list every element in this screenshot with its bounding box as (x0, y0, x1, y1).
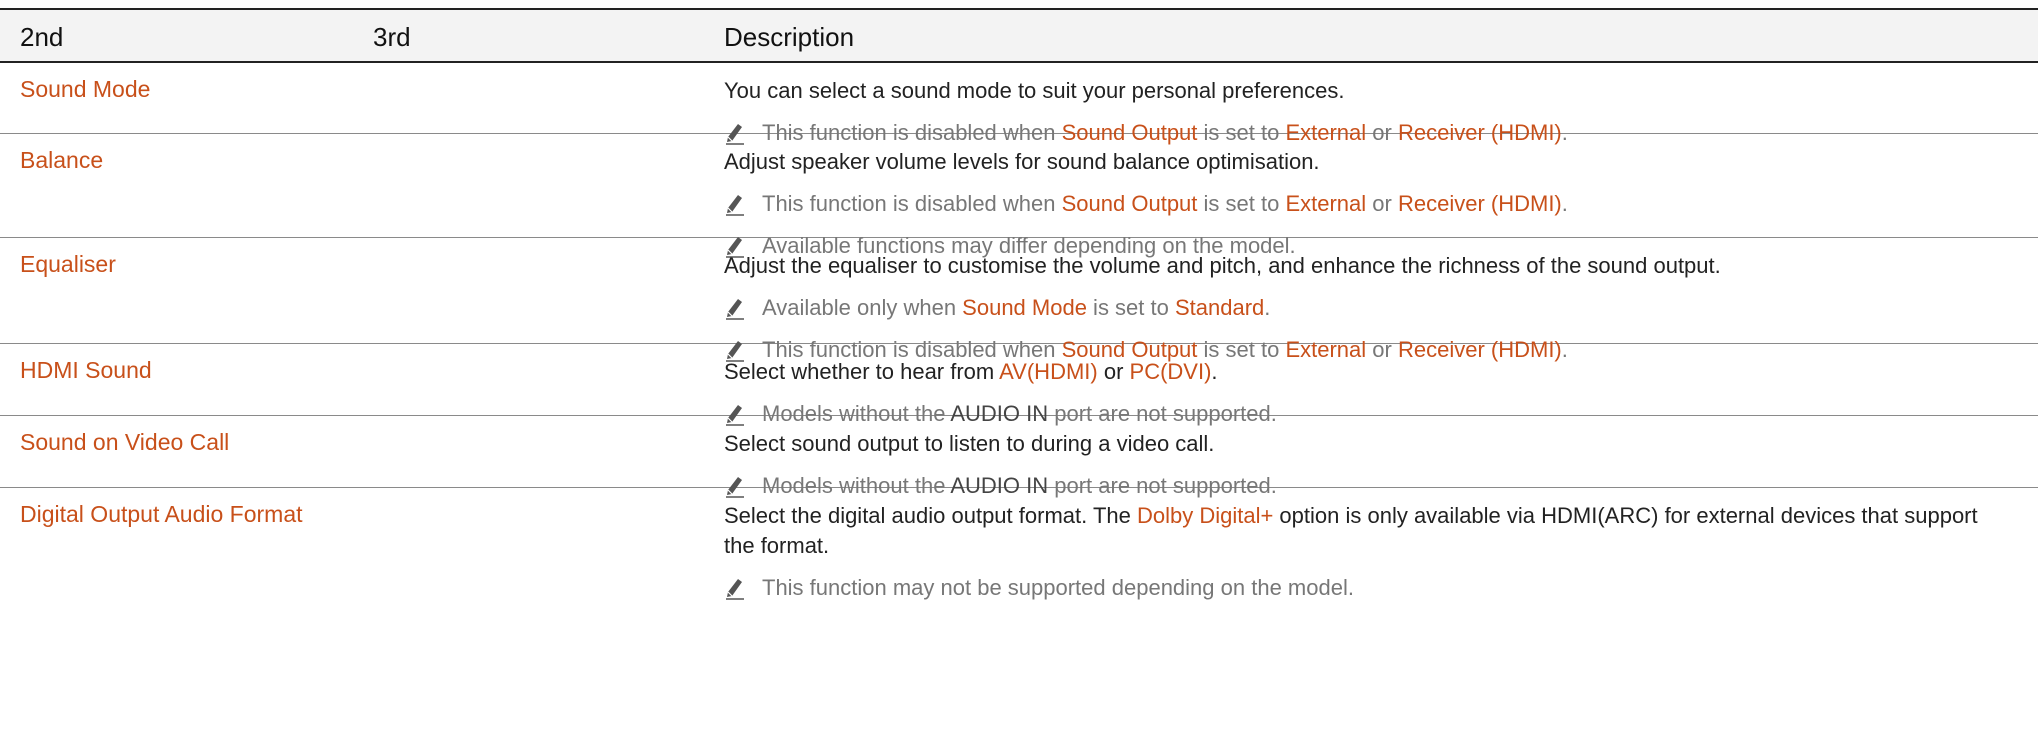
note: Available only when Sound Mode is set to… (724, 293, 1984, 323)
pencil-note-icon (726, 579, 744, 600)
row-name-hdmi-sound: HDMI Sound (20, 357, 152, 383)
sound-settings-table: 2nd 3rd Description Sound Mode You can s… (0, 8, 2038, 606)
row-name-equaliser: Equaliser (20, 251, 116, 277)
description-text: Select whether to hear from AV(HDMI) or … (724, 359, 1218, 384)
table-row-hdmi-sound: HDMI Sound Select whether to hear from A… (0, 344, 2038, 426)
header-description: Description (724, 22, 855, 52)
note: This function is disabled when Sound Out… (724, 189, 1984, 219)
row-description: Select the digital audio output format. … (724, 488, 1984, 615)
description-text: Adjust the equaliser to customise the vo… (724, 253, 1721, 278)
table-row-digital-output-audio-format: Digital Output Audio Format Select the d… (0, 488, 2038, 606)
table-row-balance: Balance Adjust speaker volume levels for… (0, 134, 2038, 258)
row-name-balance: Balance (20, 147, 104, 173)
header-3rd: 3rd (373, 22, 411, 52)
pencil-note-icon (726, 299, 744, 320)
description-text: You can select a sound mode to suit your… (724, 78, 1345, 103)
note: This function may not be supported depen… (724, 573, 1984, 603)
row-name-sound-mode: Sound Mode (20, 76, 151, 102)
table-header: 2nd 3rd Description (0, 8, 2038, 63)
header-2nd: 2nd (20, 22, 64, 52)
pencil-note-icon (726, 195, 744, 216)
description-text: Select sound output to listen to during … (724, 431, 1215, 456)
table-row-sound-mode: Sound Mode You can select a sound mode t… (0, 63, 2038, 145)
row-name-sound-on-video-call: Sound on Video Call (20, 429, 230, 455)
description-text: Adjust speaker volume levels for sound b… (724, 149, 1320, 174)
row-name-digital-output-audio-format: Digital Output Audio Format (20, 501, 303, 527)
description-text: Select the digital audio output format. … (724, 503, 1978, 558)
table-row-equaliser: Equaliser Adjust the equaliser to custom… (0, 238, 2038, 362)
table-row-sound-on-video-call: Sound on Video Call Select sound output … (0, 416, 2038, 498)
manual-page: 2nd 3rd Description Sound Mode You can s… (0, 0, 2038, 733)
